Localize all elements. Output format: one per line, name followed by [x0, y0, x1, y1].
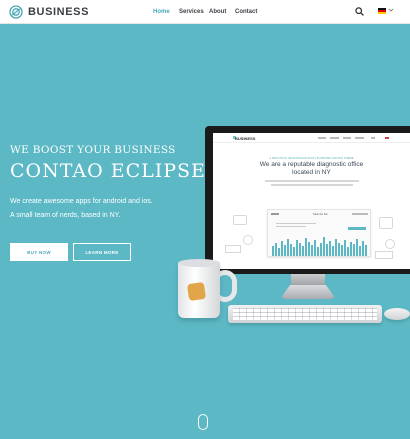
mockup-card: Track the bar [267, 209, 371, 257]
keyboard-illustration [228, 305, 382, 323]
mockup-card-line [276, 226, 306, 227]
doodle-icon [243, 235, 253, 245]
mockup-title-line-1: We are a reputable diagnostic office [259, 161, 364, 168]
mockup-nav-item [343, 136, 351, 139]
mockup-text-line [265, 180, 359, 182]
doodle-icon [379, 217, 393, 229]
mouse-illustration [384, 308, 410, 320]
site-header: BUSINESS Home Services About Contact [0, 0, 410, 24]
doodle-icon [233, 215, 247, 225]
mockup-logo-text: BUSINESS [235, 136, 256, 141]
nav-item-contact[interactable]: Contact [235, 8, 257, 16]
mockup-title-line-2: located in NY [292, 169, 331, 176]
mockup-kicker: A BEAUTIFUL RESPONSIVE MULTI-PURPOSE CON… [269, 157, 354, 160]
mockup-card-button [348, 227, 366, 230]
keyboard-keys [233, 308, 377, 320]
mockup-card-line [276, 223, 316, 224]
mockup-nav-item [355, 136, 364, 139]
nav-item-services[interactable]: Services [179, 8, 204, 16]
mug-rim [178, 259, 220, 267]
hero-text-line-1: We create awesome apps for android and i… [10, 198, 153, 205]
mockup-nav-item [330, 136, 339, 139]
hero-kicker: WE BOOST YOUR BUSINESS [10, 144, 176, 156]
german-flag-icon[interactable] [378, 8, 386, 14]
doodle-icon [385, 239, 395, 249]
hero-text-line-2: A small team of nerds, based in NY. [10, 212, 121, 219]
mug-logo-icon [186, 281, 207, 302]
mockup-card-nav [352, 213, 368, 215]
mockup-nav-item [318, 136, 326, 139]
doodle-icon [225, 245, 241, 253]
monitor-illustration: BUSINESS A BEAUTIFUL RESPONSIVE MULTI-PU… [205, 126, 410, 274]
hero-title: CONTAO ECLIPSE [10, 160, 206, 182]
learn-more-button[interactable]: LEARN MORE [73, 243, 131, 261]
mockup-card-chart [272, 237, 367, 256]
nav-item-home[interactable]: Home [153, 8, 170, 16]
mockup-text-line [271, 184, 353, 186]
mockup-card-logo [271, 213, 279, 215]
nav-item-about[interactable]: About [209, 8, 226, 16]
chevron-down-icon[interactable] [388, 7, 394, 13]
buy-now-button[interactable]: BUY NOW [10, 243, 68, 261]
monitor-screen: BUSINESS A BEAUTIFUL RESPONSIVE MULTI-PU… [213, 133, 410, 269]
mockup-header: BUSINESS [213, 133, 410, 143]
brand-logo-text[interactable]: BUSINESS [28, 5, 89, 19]
mockup-flag-icon [385, 136, 389, 139]
monitor-stand [291, 274, 325, 286]
search-icon[interactable] [355, 7, 364, 16]
logo-icon[interactable] [9, 5, 23, 19]
scroll-down-icon[interactable] [198, 414, 208, 430]
mockup-search-icon [371, 136, 375, 139]
doodle-icon [375, 251, 393, 259]
